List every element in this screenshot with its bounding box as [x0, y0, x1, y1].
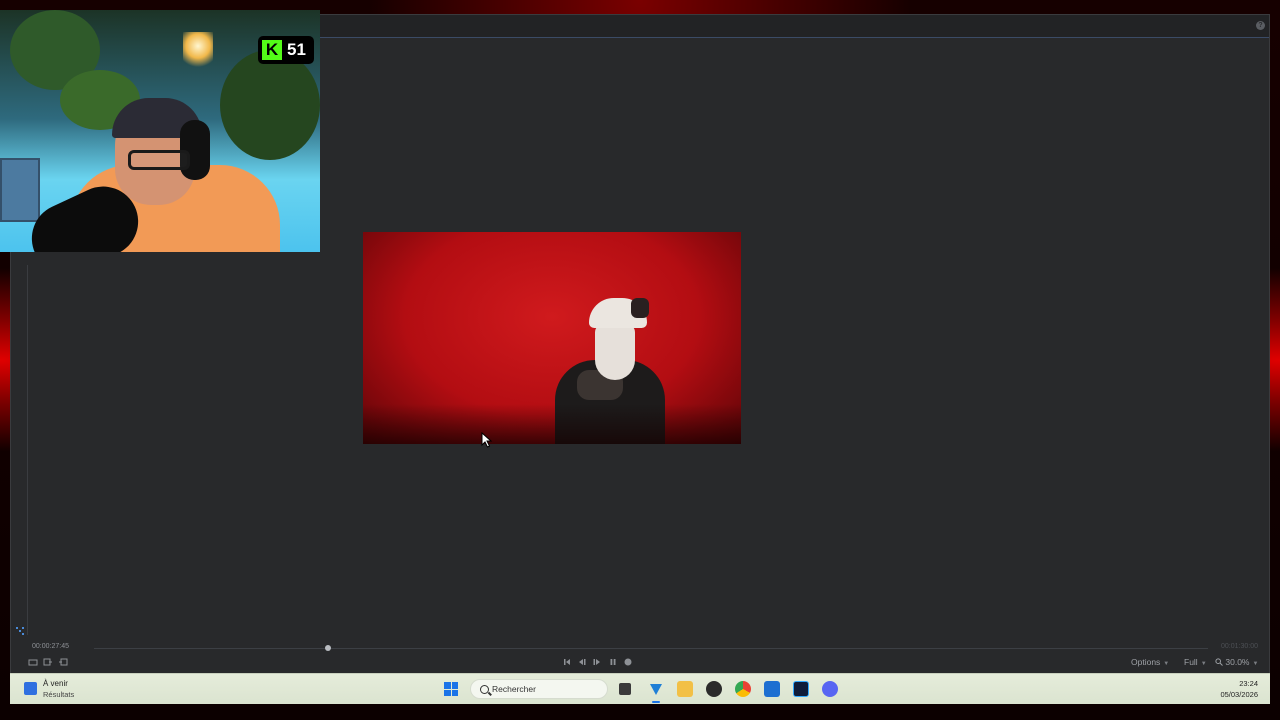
zoom-icon [1215, 658, 1223, 666]
scrub-track[interactable] [94, 648, 1208, 649]
previous-frame-icon[interactable] [577, 657, 587, 668]
weather-subtitle[interactable]: Résultats [43, 690, 74, 699]
mouse-cursor-icon [481, 432, 493, 448]
plant-decoration [220, 50, 320, 160]
kick-icon[interactable] [764, 681, 780, 697]
search-placeholder: Rechercher [492, 684, 536, 694]
zoom-label: 30.0% [1225, 657, 1250, 667]
video-preview[interactable] [363, 232, 741, 444]
options-dropdown[interactable]: Options ▼ [1131, 657, 1169, 667]
search-icon [480, 685, 489, 694]
panel-divider [27, 265, 28, 635]
playback-controls: Options ▼ Full ▼ 30.0% ▼ [10, 656, 1268, 670]
import-frame-icon[interactable] [58, 657, 68, 668]
quality-label: Full [1184, 657, 1198, 667]
clock-time[interactable]: 23:24 [1239, 679, 1258, 688]
help-icon[interactable]: ? [1256, 21, 1265, 30]
task-view-icon[interactable] [619, 683, 631, 695]
pause-icon[interactable] [608, 657, 618, 668]
windows-taskbar: À venir Résultats Rechercher 23:24 05/03… [10, 673, 1270, 704]
chevron-down-icon: ▼ [1163, 661, 1170, 667]
santa-figure-hat-tip [631, 298, 649, 318]
taskbar-search[interactable]: Rechercher [470, 679, 608, 699]
media-icon[interactable] [706, 681, 722, 697]
vegas-icon[interactable] [648, 681, 664, 697]
glasses [128, 150, 190, 170]
loop-icon[interactable] [28, 657, 38, 668]
scrub-handle[interactable] [324, 645, 331, 651]
weather-widget-icon[interactable] [24, 682, 37, 695]
current-time: 00:00:27:45 [32, 643, 69, 650]
active-app-indicator [652, 701, 660, 703]
go-to-start-icon[interactable] [562, 657, 572, 668]
wall-picture [0, 158, 40, 222]
weather-title[interactable]: À venir [43, 679, 68, 688]
options-label: Options [1131, 657, 1161, 667]
next-frame-icon[interactable] [592, 657, 602, 668]
windows-start-icon[interactable] [444, 682, 458, 696]
stop-icon[interactable] [623, 657, 633, 668]
file-explorer-icon[interactable] [677, 681, 693, 697]
chrome-icon[interactable] [735, 681, 751, 697]
timeline-scrubber: 00:00:27:45 00:01:30:00 [10, 642, 1268, 656]
viewer-count-badge: K 51 [258, 36, 314, 64]
viewer-count: 51 [287, 40, 306, 59]
preview-shade [363, 404, 741, 444]
total-time: 00:01:30:00 [1221, 643, 1258, 650]
resize-grip-icon[interactable] [16, 627, 25, 636]
export-frame-icon[interactable] [43, 657, 53, 668]
chevron-down-icon: ▼ [1252, 661, 1259, 667]
discord-icon[interactable] [822, 681, 838, 697]
webcam-overlay: K 51 [0, 10, 320, 252]
lamp-light [183, 32, 213, 72]
kick-logo-icon: K [262, 40, 282, 60]
clock-date[interactable]: 05/03/2026 [1220, 690, 1258, 699]
quality-dropdown[interactable]: Full ▼ [1184, 657, 1207, 667]
zoom-dropdown[interactable]: 30.0% ▼ [1215, 657, 1258, 667]
chevron-down-icon: ▼ [1200, 661, 1207, 667]
photoshop-icon[interactable] [793, 681, 809, 697]
santa-figure-beard [595, 324, 635, 380]
